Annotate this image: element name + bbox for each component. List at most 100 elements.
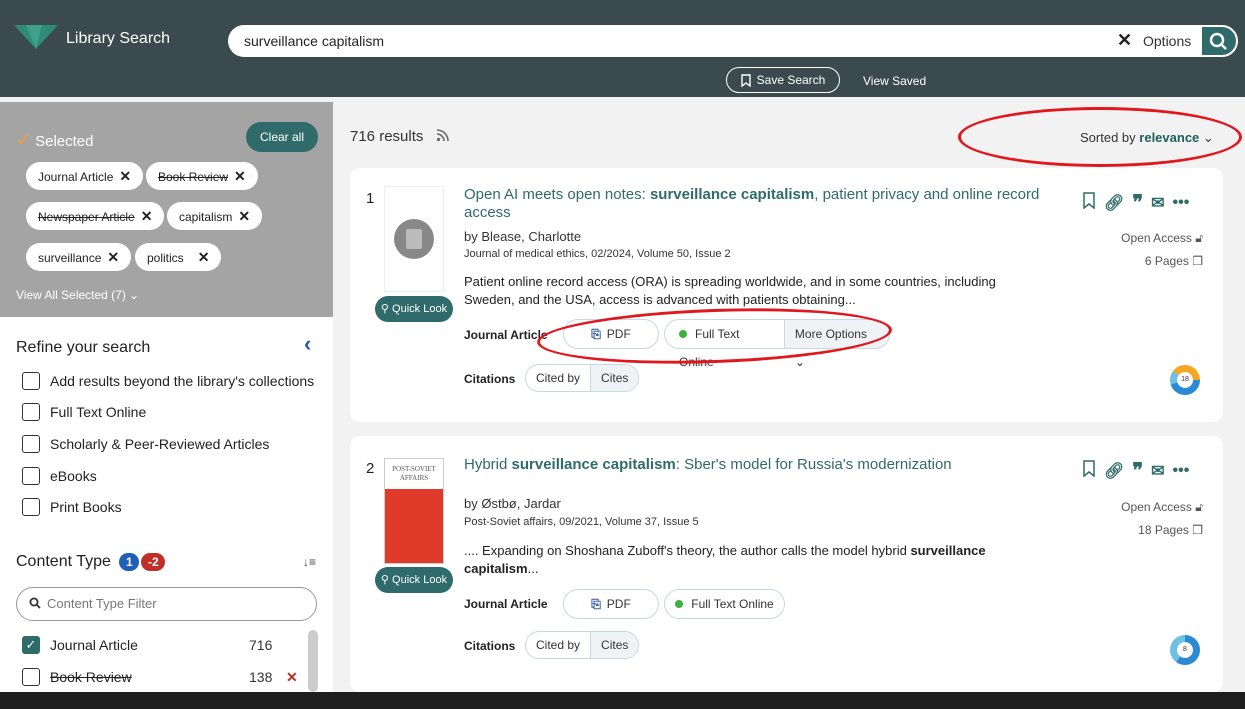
cites-button[interactable]: Cites bbox=[590, 632, 639, 658]
save-search-button[interactable]: Save Search bbox=[726, 67, 840, 93]
citations-label: Citations bbox=[464, 639, 516, 653]
citations-group: Cited by Cites bbox=[525, 631, 640, 659]
content-type-label: Book Review bbox=[50, 669, 132, 685]
filter-placeholder: Content Type Filter bbox=[47, 596, 157, 611]
bookmark-icon[interactable] bbox=[1082, 191, 1096, 214]
checkbox[interactable] bbox=[22, 372, 40, 390]
quick-look-button[interactable]: ⚲ Quick Look bbox=[375, 296, 453, 322]
citations-group: Cited by Cites bbox=[525, 364, 640, 392]
collapse-sidebar-icon[interactable]: ‹ bbox=[304, 331, 311, 357]
sort-icon[interactable]: ↓≡ bbox=[303, 555, 316, 569]
result-number: 2 bbox=[366, 460, 375, 477]
search-options-link[interactable]: Options bbox=[1143, 33, 1191, 49]
content-type-book-review[interactable]: Book Review bbox=[22, 668, 132, 686]
cited-by-button[interactable]: Cited by bbox=[526, 365, 590, 391]
chip-label: surveillance bbox=[38, 251, 102, 265]
search-input[interactable]: surveillance capitalism ✕ Options bbox=[228, 25, 1200, 57]
os-taskbar bbox=[0, 692, 1245, 709]
cited-by-button[interactable]: Cited by bbox=[526, 632, 590, 658]
remove-icon[interactable]: ✕ bbox=[141, 208, 153, 224]
filter-beyond-collections[interactable]: Add results beyond the library's collect… bbox=[22, 372, 314, 390]
library-logo-icon[interactable] bbox=[14, 25, 58, 49]
checkbox-label: eBooks bbox=[50, 468, 97, 484]
document-icon bbox=[394, 219, 434, 259]
full-text-online-button[interactable]: Full Text Online bbox=[664, 589, 785, 619]
more-actions-icon[interactable]: ••• bbox=[1172, 194, 1189, 212]
search-query[interactable]: surveillance capitalism bbox=[244, 33, 384, 49]
brand-name[interactable]: Library Search bbox=[66, 30, 170, 48]
result-number: 1 bbox=[366, 190, 375, 207]
save-search-label: Save Search bbox=[756, 73, 826, 87]
chip-politics[interactable]: politics ✕ bbox=[135, 243, 222, 271]
quick-look-button[interactable]: ⚲ Quick Look bbox=[375, 567, 453, 593]
content-type-count: 716 bbox=[249, 637, 273, 653]
unlock-icon: 🔓︎ bbox=[1195, 231, 1203, 245]
content-type-title[interactable]: Content Type 1 -2 bbox=[16, 553, 166, 571]
generic-article-thumbnail[interactable] bbox=[384, 186, 444, 292]
checkmark-icon: ✓ bbox=[16, 130, 32, 150]
chip-journal-article[interactable]: Journal Article ✕ bbox=[26, 162, 144, 190]
journal-cover-thumbnail[interactable]: POST-SOVIET AFFAIRS bbox=[384, 458, 444, 564]
cite-quote-icon[interactable]: ❞ bbox=[1132, 458, 1143, 483]
results-count: 716 results bbox=[350, 128, 450, 145]
remove-icon[interactable]: ✕ bbox=[119, 168, 131, 184]
result-journal: Post-Soviet affairs, 09/2021, Volume 37,… bbox=[464, 516, 699, 528]
include-count-badge: 1 bbox=[119, 553, 140, 571]
pdf-button[interactable]: ⎘ PDF bbox=[563, 589, 659, 619]
page-icon: ❒ bbox=[1192, 254, 1203, 268]
bookmark-icon[interactable] bbox=[1082, 459, 1096, 482]
more-actions-icon[interactable]: ••• bbox=[1172, 462, 1189, 480]
content-type-count: 138 bbox=[249, 669, 273, 685]
citations-label: Citations bbox=[464, 372, 516, 386]
result-author[interactable]: by Blease, Charlotte bbox=[464, 229, 581, 244]
link-icon[interactable]: 🔗︎ bbox=[1104, 193, 1124, 213]
altmetric-badge[interactable]: 8 bbox=[1170, 635, 1200, 665]
search-icon bbox=[1209, 32, 1227, 50]
rss-icon[interactable] bbox=[436, 128, 450, 142]
email-icon[interactable]: ✉ bbox=[1151, 193, 1164, 213]
search-button[interactable] bbox=[1200, 25, 1238, 57]
cites-button[interactable]: Cites bbox=[590, 365, 639, 391]
checkbox[interactable] bbox=[22, 435, 40, 453]
result-title-link[interactable]: Open AI meets open notes: surveillance c… bbox=[464, 186, 1064, 222]
view-saved-link[interactable]: View Saved bbox=[863, 74, 926, 88]
chip-book-review[interactable]: Book Review ✕ bbox=[146, 162, 258, 190]
checkbox-checked[interactable]: ✓ bbox=[22, 636, 40, 654]
remove-icon[interactable]: ✕ bbox=[238, 208, 250, 224]
result-title-link[interactable]: Hybrid surveillance capitalism: Sber's m… bbox=[464, 456, 1064, 474]
checkbox[interactable] bbox=[22, 498, 40, 516]
selected-title: ✓ Selected bbox=[16, 130, 94, 150]
checkbox[interactable] bbox=[22, 467, 40, 485]
result-type: Journal Article bbox=[464, 328, 548, 342]
available-dot-icon bbox=[675, 600, 684, 608]
page-count: 18 Pages ❒ bbox=[1138, 523, 1203, 537]
filter-full-text-online[interactable]: Full Text Online bbox=[22, 403, 146, 421]
email-icon[interactable]: ✉ bbox=[1151, 461, 1164, 481]
filter-peer-reviewed[interactable]: Scholarly & Peer-Reviewed Articles bbox=[22, 435, 269, 453]
remove-icon[interactable]: ✕ bbox=[234, 168, 246, 184]
result-author[interactable]: by Østbø, Jardar bbox=[464, 496, 561, 511]
altmetric-badge[interactable]: 18 bbox=[1170, 365, 1200, 395]
view-all-selected-link[interactable]: View All Selected (7) ⌄ bbox=[16, 288, 139, 302]
content-type-filter-input[interactable]: Content Type Filter bbox=[16, 587, 317, 621]
filter-print-books[interactable]: Print Books bbox=[22, 498, 122, 516]
clear-all-button[interactable]: Clear all bbox=[246, 122, 318, 152]
content-type-journal-article[interactable]: ✓ Journal Article bbox=[22, 636, 138, 654]
remove-icon[interactable]: ✕ bbox=[107, 249, 119, 265]
cite-quote-icon[interactable]: ❞ bbox=[1132, 190, 1143, 215]
filter-ebooks[interactable]: eBooks bbox=[22, 467, 97, 485]
checkbox[interactable] bbox=[22, 668, 40, 686]
excluded-x-icon[interactable]: ✕ bbox=[286, 669, 298, 686]
clear-search-icon[interactable]: ✕ bbox=[1117, 30, 1132, 51]
unlock-icon: 🔓︎ bbox=[1195, 500, 1203, 514]
scrollbar[interactable] bbox=[308, 630, 318, 692]
altmetric-score: 18 bbox=[1177, 372, 1193, 388]
chip-surveillance[interactable]: surveillance ✕ bbox=[26, 243, 132, 271]
chip-label: Book Review bbox=[158, 170, 229, 184]
chip-capitalism[interactable]: capitalism ✕ bbox=[167, 202, 263, 230]
altmetric-score: 8 bbox=[1177, 642, 1193, 658]
link-icon[interactable]: 🔗︎ bbox=[1104, 461, 1124, 481]
chip-newspaper-article[interactable]: Newspaper Article ✕ bbox=[26, 202, 165, 230]
checkbox[interactable] bbox=[22, 403, 40, 421]
remove-icon[interactable]: ✕ bbox=[198, 249, 210, 265]
